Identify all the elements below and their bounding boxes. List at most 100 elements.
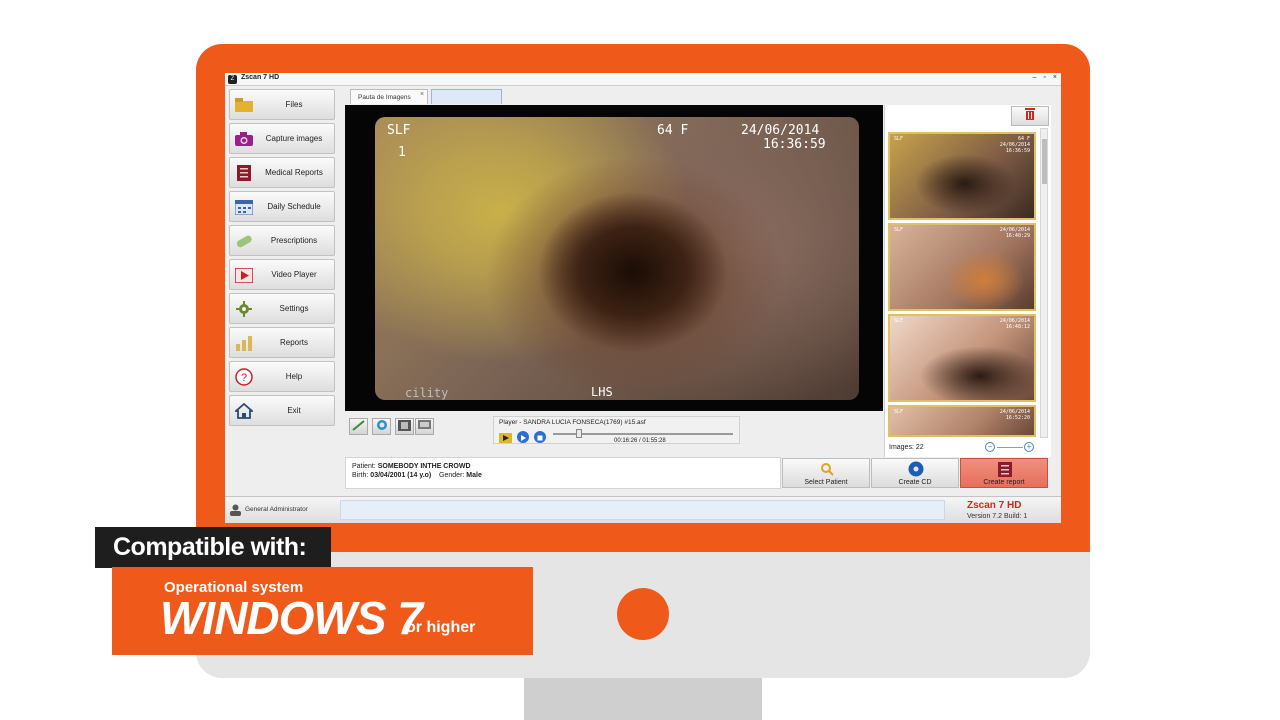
video-play-icon xyxy=(235,267,253,283)
patient-label: Patient: xyxy=(352,463,376,470)
gear-icon xyxy=(235,301,253,317)
create-report-label: Create report xyxy=(983,479,1025,486)
current-user: General Administrator xyxy=(245,506,308,513)
home-icon xyxy=(235,403,253,419)
color-wheel-icon xyxy=(376,418,388,436)
osd-bottom-left: cility xyxy=(405,386,449,400)
sidebar-item-prescriptions[interactable]: Prescriptions xyxy=(229,225,335,256)
monitor-icon xyxy=(418,418,431,436)
zoom-out-button[interactable]: − xyxy=(985,442,995,452)
tab-image-report[interactable]: Pauta de Imagens xyxy=(350,89,428,104)
osd-time: 16:36:59 xyxy=(763,137,826,152)
sidebar-item-label: Video Player xyxy=(271,270,317,279)
sidebar-item-label: Reports xyxy=(279,338,308,347)
app-logo-icon: Z xyxy=(228,75,237,84)
birth-value: 03/04/2001 (14 y.o) xyxy=(370,472,432,479)
color-tool-button[interactable] xyxy=(372,418,391,435)
osd-age-sex: 64 F xyxy=(657,123,689,138)
player-panel: Player - SANDRA LUCIA FONSECA(1769) #15.… xyxy=(493,416,740,444)
create-cd-label: Create CD xyxy=(898,479,932,486)
sidebar-item-files[interactable]: Files xyxy=(229,89,335,120)
stop-button[interactable] xyxy=(534,431,546,443)
tab-secondary[interactable] xyxy=(431,89,502,104)
compatible-caption: Compatible with: xyxy=(95,527,331,568)
zoom-slider[interactable] xyxy=(997,447,1023,448)
sidebar-item-label: Files xyxy=(285,100,303,109)
select-patient-button[interactable]: Select Patient xyxy=(782,458,870,488)
camera-icon xyxy=(235,131,253,147)
video-viewer[interactable]: SLF 1 64 F 24/06/2014 16:36:59 cility LH… xyxy=(345,105,883,411)
sidebar-item-label: Daily Schedule xyxy=(267,202,321,211)
pill-icon xyxy=(235,233,253,249)
help-icon: ? xyxy=(235,368,253,386)
osd-bottom: LHS xyxy=(591,385,613,399)
create-cd-button[interactable]: Create CD xyxy=(871,458,959,488)
osd-label: SLF xyxy=(387,123,411,138)
gender-label: Gender: xyxy=(439,472,465,479)
sidebar-item-capture-images[interactable]: Capture images xyxy=(229,123,335,154)
magnifier-icon xyxy=(819,462,835,476)
sidebar-item-label: Exit xyxy=(287,406,301,415)
sidebar-item-help[interactable]: ? Help xyxy=(229,361,335,392)
patient-info: Patient: SOMEBODY INTHE CROWD Birth: 03/… xyxy=(345,457,781,489)
sidebar-item-label: Prescriptions xyxy=(270,236,318,245)
player-title: Player - SANDRA LUCIA FONSECA(1769) #15.… xyxy=(499,419,646,426)
draw-tool-button[interactable] xyxy=(349,418,368,435)
fullscreen-tool-button[interactable] xyxy=(415,418,434,435)
close-button[interactable]: × xyxy=(1053,74,1057,81)
sidebar-item-label: Help xyxy=(285,372,303,381)
os-caption: Operational system WINDOWS 7 or higher xyxy=(112,567,533,655)
sidebar-item-daily-schedule[interactable]: Daily Schedule xyxy=(229,191,335,222)
sidebar-item-label: Capture images xyxy=(265,134,323,143)
os-suffix: or higher xyxy=(406,619,476,636)
thumbnail-scrollbar[interactable] xyxy=(1040,128,1048,438)
osd-index: 1 xyxy=(398,145,406,160)
report-book-icon xyxy=(997,461,1013,477)
folder-icon xyxy=(235,97,253,113)
user-icon xyxy=(230,503,241,516)
zoom-in-button[interactable]: + xyxy=(1024,442,1034,452)
bar-chart-icon xyxy=(235,335,253,351)
scrollbar-thumb[interactable] xyxy=(1042,139,1047,184)
sidebar-item-exit[interactable]: Exit xyxy=(229,395,335,426)
select-patient-label: Select Patient xyxy=(804,479,848,486)
brand-name: Zscan 7 HD xyxy=(967,500,1022,511)
delete-image-button[interactable] xyxy=(1011,106,1049,126)
thumbnail-item[interactable]: SLF 64 F 24/06/2014 16:36:59 xyxy=(888,132,1036,220)
osd-date: 24/06/2014 xyxy=(741,123,820,138)
status-bar: General Administrator Zscan 7 HD Version… xyxy=(225,496,1061,523)
create-report-button[interactable]: Create report xyxy=(960,458,1048,488)
sidebar-item-video-player[interactable]: Video Player xyxy=(229,259,335,290)
sidebar-item-medical-reports[interactable]: Medical Reports xyxy=(229,157,335,188)
tab-close-icon[interactable]: × xyxy=(420,91,424,98)
seek-handle[interactable] xyxy=(575,429,582,438)
endoscopy-image xyxy=(375,117,859,400)
minimize-button[interactable]: – xyxy=(1033,74,1037,81)
gender-value: Male xyxy=(466,472,482,479)
thumbnail-item[interactable]: SLF 24/06/2014 16:40:29 xyxy=(888,223,1036,311)
window-title: Zscan 7 HD xyxy=(241,74,280,81)
os-name: WINDOWS 7 xyxy=(160,592,423,644)
calendar-icon xyxy=(235,199,253,215)
thumbnail-item[interactable]: SLF 24/06/2014 16:48:12 xyxy=(888,314,1036,402)
monitor-power-dot xyxy=(617,588,669,640)
open-file-icon[interactable] xyxy=(499,430,512,443)
app-window: Z Zscan 7 HD – ▫ × Files Capture images … xyxy=(225,73,1061,523)
window-controls: – ▫ × xyxy=(1033,74,1057,81)
monitor-stand xyxy=(524,678,762,720)
images-count: Images: 22 xyxy=(889,444,924,451)
title-bar: Z Zscan 7 HD – ▫ × xyxy=(225,73,1061,86)
version-info: Version 7.2 Build: 1 xyxy=(967,513,1028,520)
report-book-icon xyxy=(235,165,253,181)
birth-label: Birth: xyxy=(352,472,369,479)
play-button[interactable] xyxy=(517,431,529,443)
thumbnail-item[interactable]: SLF 24/06/2014 16:52:20 xyxy=(888,405,1036,437)
film-icon xyxy=(398,418,411,436)
sidebar-item-settings[interactable]: Settings xyxy=(229,293,335,324)
sidebar-item-reports[interactable]: Reports xyxy=(229,327,335,358)
maximize-button[interactable]: ▫ xyxy=(1043,74,1045,81)
sidebar-item-label: Settings xyxy=(279,304,309,313)
sidebar-item-label: Medical Reports xyxy=(265,168,323,177)
film-tool-button[interactable] xyxy=(395,418,414,435)
status-field xyxy=(340,500,945,520)
